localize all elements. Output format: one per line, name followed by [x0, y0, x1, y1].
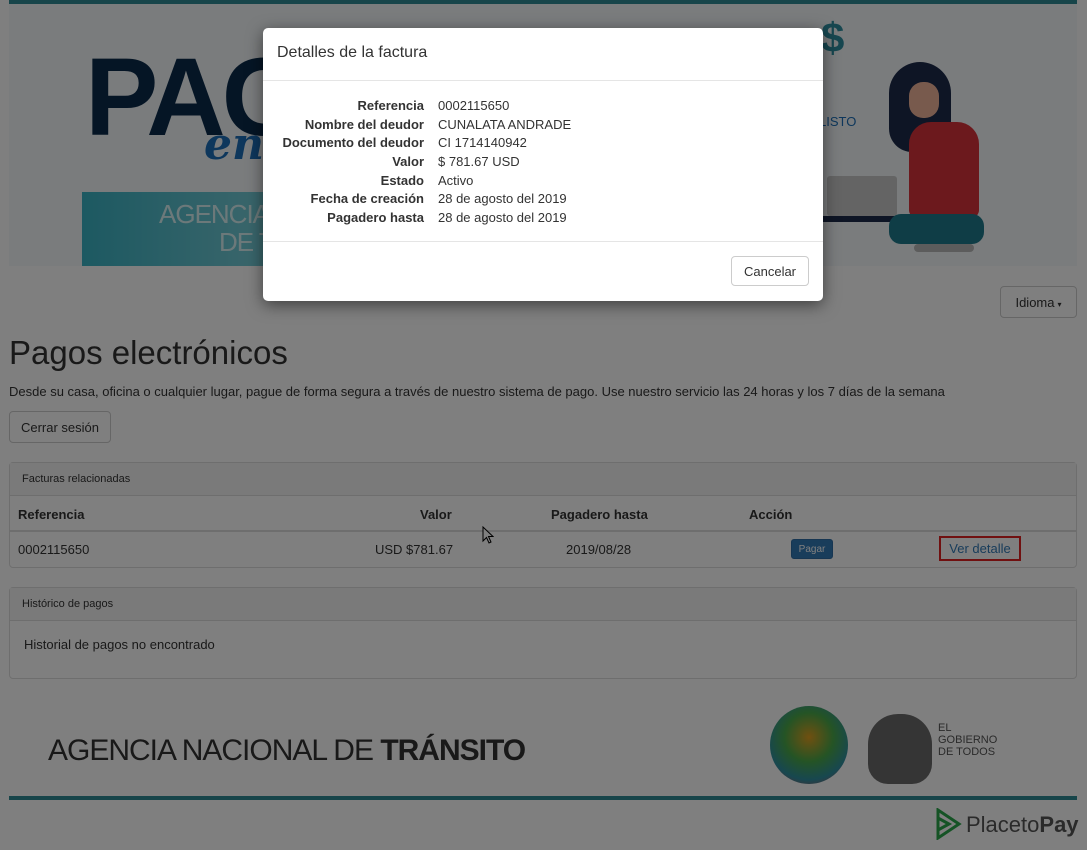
modal-footer: Cancelar	[263, 242, 823, 300]
detail-row: Nombre del deudor CUNALATA ANDRADE	[277, 116, 809, 135]
detail-row: Referencia 0002115650	[277, 97, 809, 116]
detail-label: Referencia	[357, 98, 424, 113]
detail-label: Valor	[392, 154, 424, 170]
modal-body: Referencia 0002115650 Nombre del deudor CU…	[263, 81, 823, 242]
detail-value: $ 781.67 USD	[438, 154, 520, 170]
modal-header: Detalles de la factura	[263, 28, 823, 81]
detail-label: Documento del deudor	[282, 135, 424, 151]
detail-value: Activo	[438, 172, 474, 188]
detail-value: 28 de agosto del 2019	[438, 191, 567, 207]
detail-row: Documento del deudor CI 1714140942	[277, 134, 809, 153]
detail-row: Fecha de creación 28 de agosto del 2019	[277, 190, 809, 209]
invoice-details-modal: Detalles de la factura Referencia 0002115…	[263, 28, 823, 301]
detail-row: Valor $ 781.67 USD	[277, 153, 809, 172]
detail-value: 28 de agosto del 2019	[438, 210, 567, 226]
detail-label: Estado	[380, 172, 424, 188]
detail-row: Pagadero hasta 28 de agosto del 2019	[277, 209, 809, 228]
detail-row: Estado Activo	[277, 172, 809, 191]
detail-label: Fecha de creación	[310, 191, 424, 207]
cancel-button[interactable]: Cancelar	[731, 256, 809, 286]
detail-label: Pagadero hasta	[327, 210, 424, 226]
detail-value: CI 1714140942	[438, 135, 527, 151]
detail-value: CUNALATA ANDRADE	[438, 116, 572, 132]
detail-value: 0002115650	[438, 98, 510, 113]
modal-title: Detalles de la factura	[277, 44, 428, 61]
detail-label: Nombre del deudor	[304, 116, 424, 132]
